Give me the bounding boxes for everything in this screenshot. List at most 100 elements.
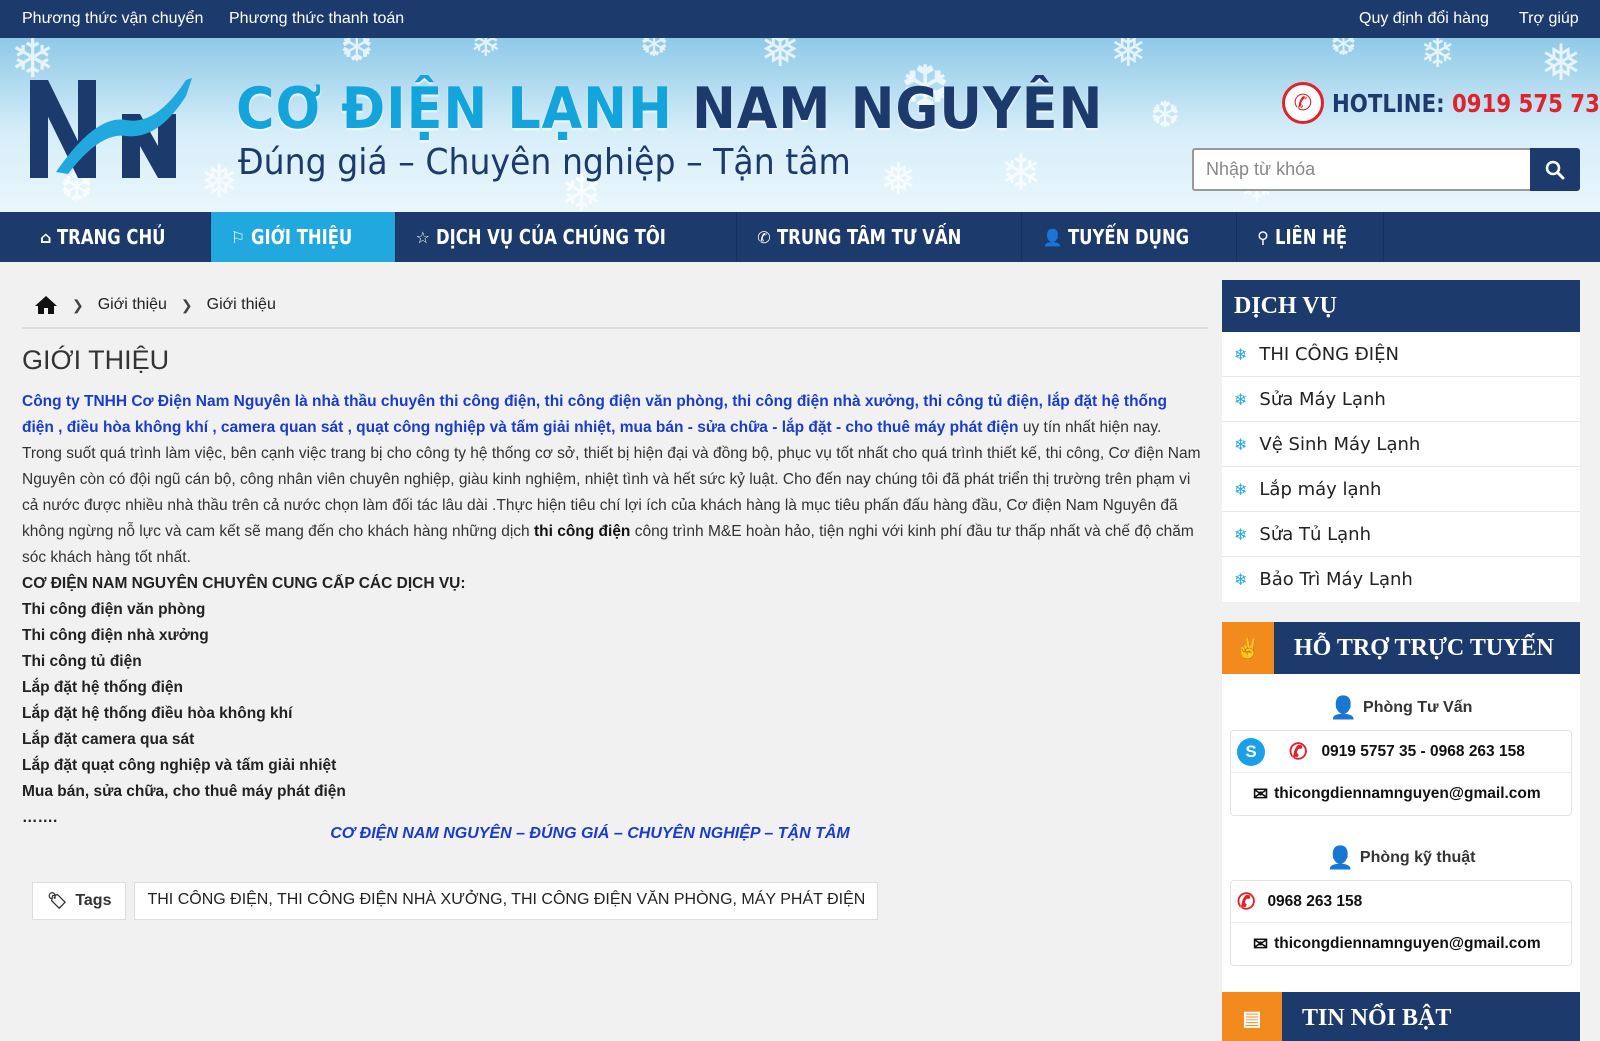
brand-name: CƠ ĐIỆN LẠNH NAM NGUYÊN xyxy=(236,76,1103,142)
shipping-methods-link[interactable]: Phương thức vận chuyển xyxy=(22,10,203,28)
article-body: Công ty TNHH Cơ Điện Nam Nguyên là nhà t… xyxy=(22,389,1202,831)
nav-services[interactable]: ☆ DỊCH VỤ CỦA CHÚNG TÔI xyxy=(396,212,738,262)
page-title: GIỚI THIỆU xyxy=(22,345,170,375)
phone-icon: ✆ xyxy=(1289,738,1308,764)
tags-values[interactable]: THI CÔNG ĐIỆN, THI CÔNG ĐIỆN NHÀ XƯỞNG, … xyxy=(134,882,879,920)
brand-name-part1: CƠ ĐIỆN LẠNH xyxy=(236,76,673,142)
top-bar: Phương thức vận chuyển Phương thức thanh… xyxy=(0,0,1600,38)
bookmark-icon: ⚐ xyxy=(230,227,246,247)
snowflake-icon: ❄ xyxy=(1234,389,1248,409)
nn-logo xyxy=(30,78,192,178)
service-item: Mua bán, sửa chữa, cho thuê máy phát điệ… xyxy=(22,783,346,800)
tags-bar: 🏷 Tags THI CÔNG ĐIỆN, THI CÔNG ĐIỆN NHÀ … xyxy=(32,882,879,920)
breadcrumb-current: Giới thiệu xyxy=(206,296,276,313)
sidebar-service-item[interactable]: ❄ Vệ Sinh Máy Lạnh xyxy=(1222,422,1580,467)
dept-technical-name: Phòng kỹ thuật xyxy=(1359,849,1476,866)
sidebar-service-item[interactable]: ❄ Sửa Tủ Lạnh xyxy=(1222,512,1580,557)
snowflake-icon: ❄ xyxy=(1234,524,1248,544)
dept-technical-email-row: ✉ thicongdiennamnguyen@gmail.com xyxy=(1231,923,1571,965)
search-icon xyxy=(1545,160,1565,179)
sidebar-service-label: Sửa Máy Lạnh xyxy=(1259,388,1386,410)
sidebar-service-item[interactable]: ❄ Sửa Máy Lạnh xyxy=(1222,377,1580,422)
brand-name-part2: NAM NGUYÊN xyxy=(691,76,1104,142)
search-input[interactable] xyxy=(1192,148,1530,191)
return-policy-link[interactable]: Quy định đổi hàng xyxy=(1359,10,1489,28)
sidebar-support-title: HỖ TRỢ TRỰC TUYẾN xyxy=(1294,634,1554,661)
payment-methods-link[interactable]: Phương thức thanh toán xyxy=(229,10,404,28)
dept-technical-email[interactable]: thicongdiennamnguyen@gmail.com xyxy=(1274,935,1541,953)
service-item: Thi công điện nhà xưởng xyxy=(22,627,209,644)
skype-icon[interactable]: S xyxy=(1237,737,1265,766)
intro-highlight: Công ty TNHH Cơ Điện Nam Nguyên là nhà t… xyxy=(22,393,1167,436)
dept-technical-card: ✆ 0968 263 158 ✉ thicongdiennamnguyen@gm… xyxy=(1230,880,1572,966)
sidebar-support-header: ✌ HỖ TRỢ TRỰC TUYẾN xyxy=(1222,622,1580,674)
dept-consulting: 👤 Phòng Tư Vấn xyxy=(1222,686,1580,730)
tags-label-text: Tags xyxy=(75,892,112,909)
nav-contact[interactable]: ⚲ LIÊN HỆ xyxy=(1237,212,1384,262)
sidebar-support: ✌ HỖ TRỢ TRỰC TUYẾN 👤 Phòng Tư Vấn S ✆ 0… xyxy=(1222,622,1580,1022)
sidebar-news-title: TIN NỔI BẬT xyxy=(1302,1004,1452,1031)
nav-contact-label: LIÊN HỆ xyxy=(1274,225,1347,249)
dept-technical-phone[interactable]: 0968 263 158 xyxy=(1267,893,1362,911)
tags-label: 🏷 Tags xyxy=(32,882,127,920)
sidebar-service-label: Bảo Trì Máy Lạnh xyxy=(1259,569,1413,590)
tags-icon: 🏷 xyxy=(47,893,68,910)
breadcrumb: ❯ Giới thiệu ❯ Giới thiệu xyxy=(22,283,1208,329)
victory-hand-icon: ✌ xyxy=(1222,622,1274,674)
snowflake-icon: ❄ xyxy=(1234,570,1248,589)
intro-text: uy tín nhất hiện nay. Trong suốt quá trì… xyxy=(22,419,1201,540)
nav-consulting[interactable]: ✆ TRUNG TÂM TƯ VẤN xyxy=(737,212,1023,262)
chevron-right-icon: ❯ xyxy=(180,296,193,313)
service-item: Thi công điện văn phòng xyxy=(22,601,206,618)
sidebar-services-title: DỊCH VỤ xyxy=(1222,280,1580,332)
intro-keyword: thi công điện xyxy=(533,523,631,540)
nav-about-label: GIỚI THIỆU xyxy=(251,225,353,249)
user-plus-icon: 👤 xyxy=(1042,227,1063,247)
dept-consulting-email-row: ✉ thicongdiennamnguyen@gmail.com xyxy=(1231,773,1571,815)
service-item: Lắp đặt camera qua sát xyxy=(22,731,195,748)
sidebar-service-item[interactable]: ❄ THI CÔNG ĐIỆN xyxy=(1222,332,1580,377)
chevron-right-icon: ❯ xyxy=(72,296,84,313)
main-nav: ⌂ TRANG CHỦ ⚐ GIỚI THIỆU ☆ DỊCH VỤ CỦA C… xyxy=(0,212,1600,262)
nav-services-label: DỊCH VỤ CỦA CHÚNG TÔI xyxy=(435,225,666,249)
sidebar-service-label: Sửa Tủ Lạnh xyxy=(1259,523,1371,545)
service-item: Thi công tủ điện xyxy=(22,653,142,670)
services-heading: CƠ ĐIỆN NAM NGUYÊN CHUYÊN CUNG CẤP CÁC D… xyxy=(22,575,466,592)
dept-technical: 👤 Phòng kỹ thuật xyxy=(1222,836,1580,880)
support-panel: 👤 Phòng Tư Vấn S ✆ 0919 5757 35 - 0968 2… xyxy=(1222,674,1580,1022)
sidebar-service-label: Vệ Sinh Máy Lạnh xyxy=(1259,433,1421,455)
dept-consulting-phone[interactable]: 0919 5757 35 - 0968 263 158 xyxy=(1321,743,1524,761)
brand-slogan: Đúng giá – Chuyên nghiệp – Tận tâm xyxy=(238,142,851,183)
sidebar-news-header: ▤ TIN NỔI BẬT xyxy=(1222,992,1580,1041)
dept-technical-phone-row: ✆ 0968 263 158 xyxy=(1231,881,1571,923)
hotline[interactable]: ✆ HOTLINE: 0919 575 735 xyxy=(1282,82,1600,124)
newspaper-icon: ▤ xyxy=(1222,992,1282,1041)
closing-slogan: CƠ ĐIỆN NAM NGUYÊN – ĐÚNG GIÁ – CHUYÊN N… xyxy=(330,825,850,842)
nav-home[interactable]: ⌂ TRANG CHỦ xyxy=(0,212,211,262)
dept-consulting-email[interactable]: thicongdiennamnguyen@gmail.com xyxy=(1274,785,1541,803)
nav-recruitment[interactable]: 👤 TUYỂN DỤNG xyxy=(1022,212,1238,262)
hotline-phone-icon: ✆ xyxy=(1282,82,1324,124)
search-button[interactable] xyxy=(1530,148,1580,191)
help-link[interactable]: Trợ giúp xyxy=(1519,10,1579,28)
nav-about[interactable]: ⚐ GIỚI THIỆU xyxy=(210,212,396,262)
sidebar-service-item[interactable]: ❄ Bảo Trì Máy Lạnh xyxy=(1222,557,1580,602)
nav-recruitment-label: TUYỂN DỤNG xyxy=(1068,225,1190,249)
nav-consulting-label: TRUNG TÂM TƯ VẤN xyxy=(776,225,962,249)
sidebar-service-item[interactable]: ❄ Lắp máy lạnh xyxy=(1222,467,1580,512)
service-item: Lắp đặt quạt công nghiệp và tấm giải nhi… xyxy=(22,757,337,774)
home-icon[interactable] xyxy=(34,295,58,315)
services-list: ❄ THI CÔNG ĐIỆN ❄ Sửa Máy Lạnh ❄ Vệ Sinh Má… xyxy=(1222,332,1580,602)
breadcrumb-item[interactable]: Giới thiệu xyxy=(98,296,167,314)
hotline-number[interactable]: 0919 575 735 xyxy=(1452,89,1600,118)
snowflake-icon: ❄ xyxy=(1234,434,1248,454)
sidebar-service-label: Lắp máy lạnh xyxy=(1259,478,1382,500)
snowflake-icon: ❄ xyxy=(1234,344,1248,364)
star-icon: ☆ xyxy=(415,227,430,247)
home-icon: ⌂ xyxy=(40,227,52,247)
phone-icon: ✆ xyxy=(1237,888,1256,914)
dept-consulting-name: Phòng Tư Vấn xyxy=(1363,699,1473,716)
phone-icon: ✆ xyxy=(757,227,771,247)
map-marker-icon: ⚲ xyxy=(1257,227,1269,247)
nav-home-label: TRANG CHỦ xyxy=(57,225,166,249)
